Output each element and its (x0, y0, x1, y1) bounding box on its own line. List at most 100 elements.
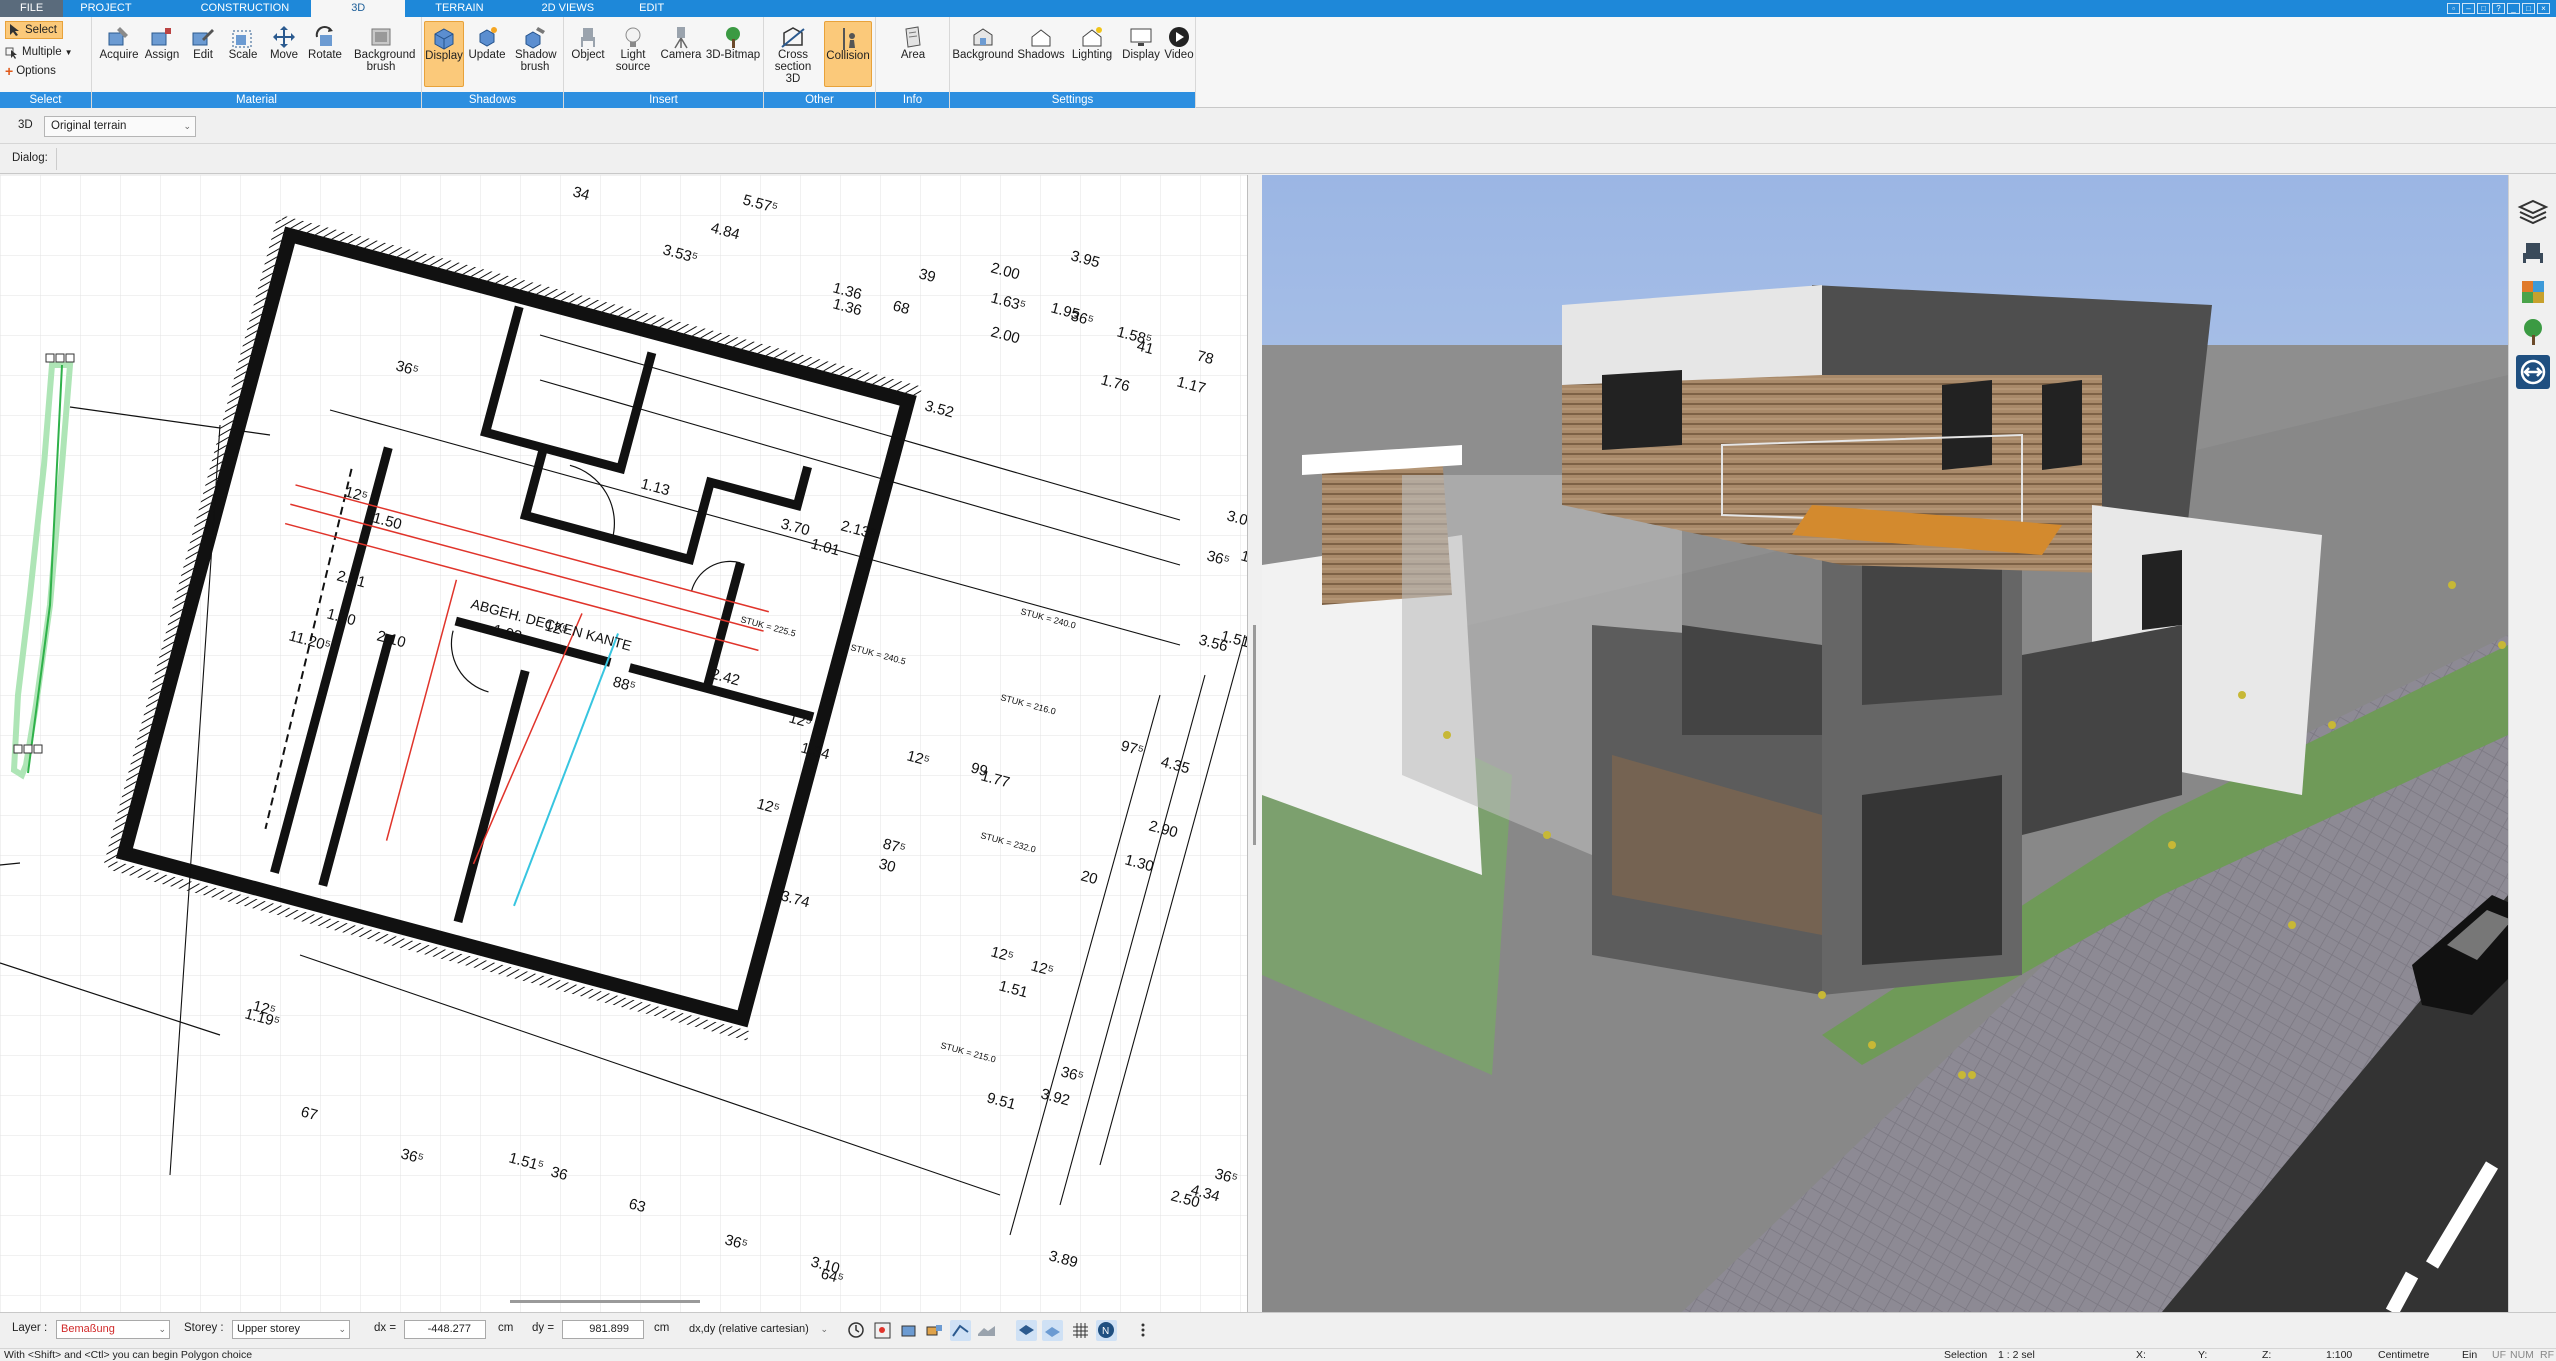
handle-marker[interactable] (65, 353, 75, 363)
view-mode-label: 3D (18, 119, 33, 131)
shadow-brush-button[interactable]: Shadow brush (510, 21, 560, 87)
coord-mode-select[interactable]: dx,dy (relative cartesian) ⌄ (684, 1320, 832, 1339)
assign-button[interactable]: Assign (140, 21, 184, 87)
background-button[interactable]: Background (950, 21, 1016, 87)
display-button[interactable]: Display (424, 21, 464, 87)
monitor-icon (1130, 28, 1152, 46)
display-settings-button[interactable]: Display (1118, 21, 1164, 87)
tab-edit[interactable]: EDIT (622, 0, 681, 17)
terrain-select[interactable]: Original terrain ⌄ (44, 116, 196, 137)
background-brush-button[interactable]: Background brush (346, 21, 416, 87)
materials-icon[interactable] (2516, 275, 2550, 309)
remote-support-icon[interactable] (2516, 355, 2550, 389)
handle-marker[interactable] (23, 744, 33, 754)
maximize-icon[interactable]: □ (2477, 3, 2490, 14)
select-button[interactable]: Select (5, 21, 63, 39)
tab-2d-views[interactable]: 2D VIEWS (514, 0, 623, 17)
brush-icon (371, 28, 391, 46)
move-button[interactable]: Move (264, 21, 304, 87)
rotate-button[interactable]: Rotate (304, 21, 346, 87)
shadow-brush-icon (525, 27, 545, 49)
view-toolbar: 3D Original terrain ⌄ (0, 108, 2556, 144)
tab-construction[interactable]: CONSTRUCTION (149, 0, 312, 17)
group-label-select: Select (0, 92, 91, 108)
tab-project[interactable]: PROJECT (63, 0, 148, 17)
layers-icon[interactable] (2516, 195, 2550, 229)
snap-object-icon[interactable] (898, 1320, 919, 1341)
help-icon[interactable]: ? (2492, 3, 2505, 14)
floor-plan-view[interactable]: 34 5.57⁵ 4.84 3.53⁵ 3.95 2.00 1.36 1.36 39 68 1.63… (0, 175, 1248, 1312)
max-window-icon[interactable]: □ (2522, 3, 2535, 14)
select-label: Select (25, 24, 57, 36)
minimize-window-icon[interactable]: _ (2507, 3, 2520, 14)
group-select: Select Multiple ▼ + Options Select (0, 17, 92, 108)
object-button[interactable]: Object (566, 21, 610, 87)
cursor-icon (10, 24, 19, 36)
group-label-other: Other (764, 92, 875, 108)
tab-terrain[interactable]: TERRAIN (405, 0, 513, 17)
more-options-icon[interactable] (1138, 1320, 1148, 1341)
multiple-label: Multiple (22, 46, 62, 58)
minimize-icon[interactable]: – (2462, 3, 2475, 14)
dialog-field[interactable] (56, 148, 58, 170)
wall-view-icon[interactable] (1042, 1320, 1063, 1341)
3d-render-canvas[interactable] (1262, 175, 2508, 1312)
ein-indicator: Ein (2462, 1349, 2478, 1361)
snap-wall-icon[interactable] (924, 1320, 945, 1341)
clock-icon[interactable] (846, 1320, 867, 1341)
options-button[interactable]: + Options (5, 64, 56, 78)
light-source-button[interactable]: Light source (610, 21, 656, 87)
grid-icon[interactable] (1070, 1320, 1091, 1341)
snap-line-icon[interactable] (950, 1320, 971, 1341)
scale-button[interactable]: Scale (223, 21, 263, 87)
video-button[interactable]: Video (1162, 21, 1196, 87)
dy-input[interactable]: 981.899 (562, 1320, 644, 1339)
plant-icon[interactable] (2516, 315, 2550, 349)
area-button[interactable]: Area (888, 21, 938, 87)
horizontal-scrollbar[interactable] (510, 1300, 700, 1303)
3d-view[interactable] (1262, 175, 2508, 1312)
floor-plan-canvas[interactable]: 34 5.57⁵4.843.53⁵ 3.952.001.361.363968 1.63… (0, 175, 1248, 1312)
dropdown-icon: ▼ (64, 47, 73, 57)
multiple-button[interactable]: Multiple ▼ (5, 45, 73, 59)
view-splitter[interactable] (1248, 175, 1262, 1312)
house-shadow-icon (1031, 29, 1051, 47)
cube-display-icon (434, 28, 454, 50)
acquire-button[interactable]: Acquire (97, 21, 141, 87)
move-label: Move (269, 49, 299, 61)
snap-grid-icon[interactable] (872, 1320, 893, 1341)
group-material: Acquire Assign Edit Scale Move Rotate Ba… (92, 17, 422, 108)
edit-button[interactable]: Edit (184, 21, 222, 87)
lighting-button[interactable]: Lighting (1066, 21, 1118, 87)
multiple-select-icon (5, 47, 17, 59)
tab-file[interactable]: FILE (0, 0, 64, 17)
shadows-button[interactable]: Shadows (1016, 21, 1066, 87)
group-other: Cross section 3D Collision Other (764, 17, 876, 108)
close-window-icon[interactable]: × (2537, 3, 2550, 14)
handle-marker[interactable] (13, 744, 23, 754)
tab-3d[interactable]: 3D (311, 0, 406, 17)
layer-select[interactable]: Bemaßung ⌄ (56, 1320, 170, 1339)
north-icon[interactable]: N (1096, 1320, 1117, 1341)
armchair-icon[interactable] (2516, 235, 2550, 269)
layer-view-icon[interactable] (1016, 1320, 1037, 1341)
group-insert: Object Light source Camera 3D-Bitmap Ins… (564, 17, 764, 108)
lighting-label: Lighting (1071, 49, 1113, 61)
camera-button[interactable]: Camera (658, 21, 704, 87)
splitter-grip[interactable] (1253, 625, 1256, 845)
selection-label: Selection (1944, 1349, 1988, 1361)
handle-marker[interactable] (55, 353, 65, 363)
background-brush-label: Background brush (354, 49, 416, 73)
update-icon (479, 27, 497, 47)
update-button[interactable]: Update (465, 21, 509, 87)
group-settings: Background Shadows Lighting Display Vide… (950, 17, 1196, 108)
storey-select[interactable]: Upper storey ⌄ (232, 1320, 350, 1339)
snap-terrain-icon[interactable] (976, 1320, 997, 1341)
handle-marker[interactable] (33, 744, 43, 754)
dx-input[interactable]: -448.277 (404, 1320, 486, 1339)
cross-section-button[interactable]: Cross section 3D (768, 21, 818, 87)
bitmap-3d-button[interactable]: 3D-Bitmap (704, 21, 762, 87)
restore-icon[interactable]: ▫ (2447, 3, 2460, 14)
collision-button[interactable]: Collision (824, 21, 872, 87)
handle-marker[interactable] (45, 353, 55, 363)
